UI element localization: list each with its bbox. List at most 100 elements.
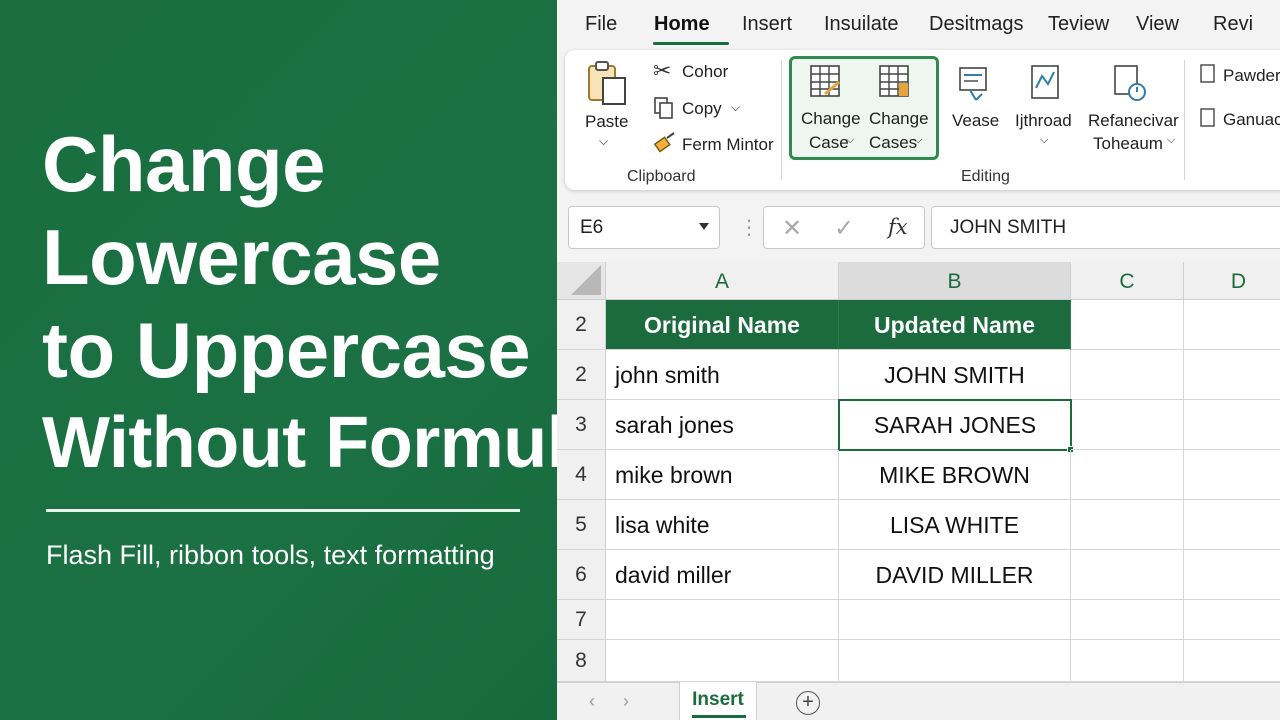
empty-cell[interactable] [1184, 350, 1280, 400]
empty-cell[interactable] [606, 640, 839, 682]
chevron-down-icon[interactable] [699, 223, 709, 230]
empty-cell[interactable] [1071, 300, 1184, 350]
empty-cell[interactable] [1184, 450, 1280, 500]
column-header-d[interactable]: D [1184, 262, 1280, 300]
original-name-cell[interactable]: lisa white [606, 500, 839, 550]
format-painter-button[interactable]: Ferm Mintor [682, 135, 774, 155]
copy-button[interactable]: Copy [682, 99, 722, 119]
updated-name-cell[interactable]: JOHN SMITH [839, 350, 1071, 400]
chevron-down-icon[interactable]: ⌵ [731, 100, 740, 115]
add-sheet-icon[interactable]: + [796, 691, 820, 715]
fx-icon[interactable]: fx [888, 215, 908, 239]
select-all-corner[interactable] [557, 262, 606, 300]
format-painter-icon [653, 132, 675, 153]
sheet-bar: ‹ › Insert + [557, 682, 1280, 720]
tab-desitmags[interactable]: Desitmags [929, 13, 1023, 36]
separator [781, 60, 782, 180]
clipboard-icon [588, 61, 626, 105]
tab-view[interactable]: View [1136, 13, 1179, 36]
chevron-down-icon: ⌵ [1167, 134, 1176, 146]
header-cell-updated[interactable]: Updated Name [839, 300, 1071, 350]
chevron-down-icon: ⌵ [846, 134, 855, 146]
empty-cell[interactable] [1071, 350, 1184, 400]
tab-revi[interactable]: Revi [1213, 13, 1253, 36]
name-box[interactable]: E6 [568, 206, 720, 249]
row-header[interactable]: 4 [557, 450, 606, 500]
tab-insert[interactable]: Insert [742, 13, 792, 36]
row-header[interactable]: 7 [557, 600, 606, 640]
empty-cell[interactable] [1071, 600, 1184, 640]
empty-cell[interactable] [1071, 640, 1184, 682]
ganuact-button[interactable]: Ganuact [1223, 110, 1280, 130]
headline-line-3: to Uppercase [42, 306, 531, 394]
empty-cell[interactable] [1184, 400, 1280, 450]
formula-input[interactable]: JOHN SMITH [931, 206, 1280, 249]
divider [46, 509, 520, 512]
updated-name-cell[interactable]: LISA WHITE [839, 500, 1071, 550]
empty-cell[interactable] [839, 640, 1071, 682]
empty-cell[interactable] [1184, 640, 1280, 682]
page-icon [1200, 108, 1215, 127]
sheet-tab-insert[interactable]: Insert [679, 682, 757, 720]
empty-cell[interactable] [1184, 550, 1280, 600]
confirm-icon[interactable]: ✓ [834, 214, 854, 243]
empty-cell[interactable] [1071, 400, 1184, 450]
tab-home[interactable]: Home [654, 13, 710, 36]
column-header-b[interactable]: B [839, 262, 1071, 300]
row-header[interactable]: 2 [557, 350, 606, 400]
row-header[interactable]: 3 [557, 400, 606, 450]
refanecivar-label-1: Refanecivar [1088, 111, 1179, 130]
ribbon-tabs: File Home Insert Insuilate Desitmags Tev… [557, 0, 1280, 48]
selected-cell[interactable]: SARAH JONES [838, 399, 1072, 451]
active-tab-indicator [653, 42, 729, 45]
updated-name-cell[interactable]: MIKE BROWN [839, 450, 1071, 500]
tab-teview[interactable]: Teview [1048, 13, 1109, 36]
ijthroad-label: Ijthroad [1015, 111, 1072, 130]
column-header-a[interactable]: A [606, 262, 839, 300]
name-box-value: E6 [580, 217, 604, 238]
select-all-icon [571, 265, 601, 295]
empty-cell[interactable] [1184, 500, 1280, 550]
tab-file[interactable]: File [585, 13, 617, 36]
row-header[interactable]: 6 [557, 550, 606, 600]
formula-controls: ✕ ✓ fx [763, 206, 925, 249]
copy-icon [654, 97, 673, 119]
updated-name-cell[interactable]: DAVID MILLER [839, 550, 1071, 600]
cut-button[interactable]: Cohor [682, 62, 728, 82]
headline-line-2: Lowercase [42, 213, 441, 301]
change-cases-label-2: Cases [869, 133, 918, 152]
chevron-left-icon[interactable]: ‹ [589, 691, 595, 712]
header-cell-original[interactable]: Original Name [606, 300, 839, 350]
clock-document-icon [1114, 65, 1146, 101]
row-header[interactable]: 8 [557, 640, 606, 682]
empty-cell[interactable] [1071, 500, 1184, 550]
row-header[interactable]: 5 [557, 500, 606, 550]
change-cases-label-1: Change [869, 109, 929, 128]
refanecivar-label-2: Toheaum [1093, 134, 1163, 153]
subtitle: Flash Fill, ribbon tools, text formattin… [46, 540, 495, 570]
empty-cell[interactable] [606, 600, 839, 640]
cancel-icon[interactable]: ✕ [782, 214, 802, 243]
more-icon: ⋮ [739, 217, 759, 239]
chart-icon [1031, 65, 1059, 99]
original-name-cell[interactable]: mike brown [606, 450, 839, 500]
paste-label: Paste [585, 112, 629, 131]
tab-insuilate[interactable]: Insuilate [824, 13, 899, 36]
empty-cell[interactable] [1184, 300, 1280, 350]
empty-cell[interactable] [1071, 450, 1184, 500]
original-name-cell[interactable]: john smith [606, 350, 839, 400]
original-name-cell[interactable]: david miller [606, 550, 839, 600]
original-name-cell[interactable]: sarah jones [606, 400, 839, 450]
empty-cell[interactable] [1071, 550, 1184, 600]
scissors-icon: ✂ [653, 58, 672, 83]
separator [1184, 60, 1185, 180]
column-header-c[interactable]: C [1071, 262, 1184, 300]
row-header[interactable]: 2 [557, 300, 606, 350]
empty-cell[interactable] [1184, 600, 1280, 640]
powder-button[interactable]: Pawder [1223, 66, 1280, 86]
empty-cell[interactable] [839, 600, 1071, 640]
chevron-right-icon[interactable]: › [623, 691, 629, 712]
table-highlight-icon [879, 65, 909, 97]
page-icon [1200, 64, 1215, 83]
document-icon [959, 67, 987, 101]
